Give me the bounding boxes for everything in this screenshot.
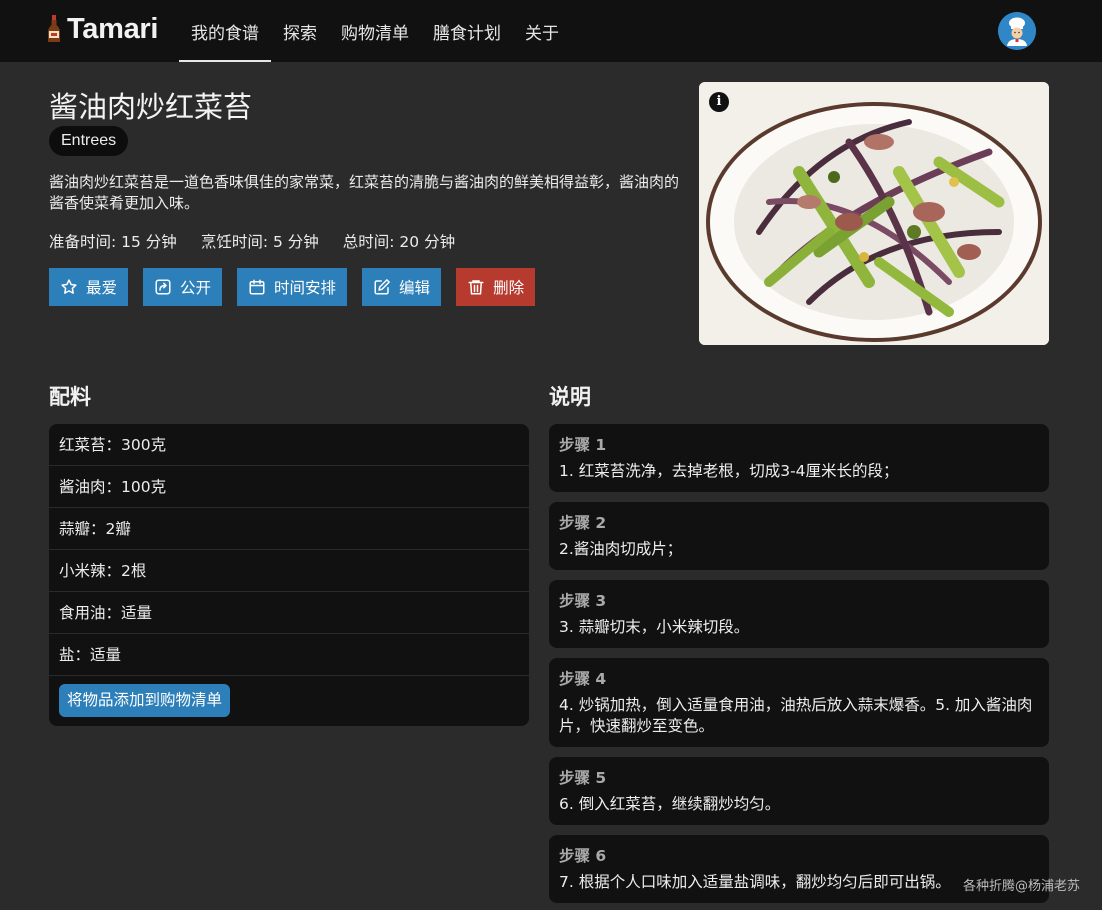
watermark: 各种折腾@杨浦老苏: [963, 879, 1081, 894]
info-icon[interactable]: i: [709, 92, 729, 112]
ingredients-card: 红菜苔：300克 酱油肉：100克 蒜瓣：2瓣 小米辣：2根 食用油：适量 盐：…: [49, 424, 529, 726]
schedule-label: 时间安排: [274, 280, 337, 297]
step-label: 步骤 3: [559, 592, 607, 610]
ingredient-item: 盐：适量: [49, 634, 529, 676]
edit-button[interactable]: 编辑: [362, 268, 442, 306]
step-text: 4. 炒锅加热，倒入适量食用油，油热后放入蒜末爆香。5. 加入酱油肉片，快速翻炒…: [559, 696, 1033, 735]
edit-label: 编辑: [399, 280, 431, 297]
step-label: 步骤 2: [559, 514, 607, 532]
chef-avatar-icon: [998, 12, 1036, 50]
step-label: 步骤 6: [559, 847, 607, 865]
ingredient-item: 酱油肉：100克: [49, 466, 529, 508]
schedule-button[interactable]: 时间安排: [237, 268, 348, 306]
favorite-label: 最爱: [86, 280, 118, 297]
instruction-step: 步骤 2 2.酱油肉切成片；: [549, 502, 1049, 570]
recipe-description: 酱油肉炒红菜苔是一道色香味俱佳的家常菜，红菜苔的清脆与酱油肉的鲜美相得益彰，酱油…: [49, 173, 680, 212]
step-label: 步骤 4: [559, 670, 607, 688]
share-button[interactable]: 公开: [143, 268, 223, 306]
delete-label: 删除: [493, 280, 525, 297]
total-time: 总时间: 20 分钟: [342, 233, 456, 251]
share-icon: [155, 279, 171, 295]
nav-shopping-list[interactable]: 购物清单: [329, 0, 421, 62]
calendar-icon: [249, 279, 265, 295]
step-label: 步骤 1: [559, 436, 607, 454]
brand-name: Tamari: [67, 12, 159, 45]
instructions-heading: 说明: [549, 385, 591, 409]
instruction-step: 步骤 3 3. 蒜瓣切末，小米辣切段。: [549, 580, 1049, 648]
recipe-photo: i: [699, 82, 1049, 345]
delete-button[interactable]: 删除: [456, 268, 536, 306]
edit-icon: [374, 279, 390, 295]
trash-icon: [468, 280, 484, 295]
step-text: 2.酱油肉切成片；: [559, 540, 683, 558]
nav-about[interactable]: 关于: [513, 0, 571, 62]
ingredient-item: 小米辣：2根: [49, 550, 529, 592]
nav-my-recipes[interactable]: 我的食谱: [179, 0, 271, 62]
main-nav: 我的食谱 探索 购物清单 膳食计划 关于: [179, 0, 571, 62]
ingredient-item: 蒜瓣：2瓣: [49, 508, 529, 550]
ingredient-item: 食用油：适量: [49, 592, 529, 634]
step-label: 步骤 5: [559, 769, 607, 787]
instruction-step: 步骤 1 1. 红菜苔洗净，去掉老根，切成3-4厘米长的段；: [549, 424, 1049, 492]
dish-photo: [699, 82, 1049, 345]
instruction-step: 步骤 5 6. 倒入红菜苔，继续翻炒均匀。: [549, 757, 1049, 825]
ingredient-item: 红菜苔：300克: [49, 424, 529, 466]
step-text: 1. 红菜苔洗净，去掉老根，切成3-4厘米长的段；: [559, 462, 899, 480]
avatar[interactable]: [998, 12, 1036, 50]
favorite-button[interactable]: 最爱: [49, 268, 129, 306]
category-badge[interactable]: Entrees: [49, 126, 129, 156]
nav-explore[interactable]: 探索: [271, 0, 329, 62]
add-to-shopping-list-button[interactable]: 将物品添加到购物清单: [59, 684, 231, 717]
star-icon: [61, 279, 77, 294]
ingredients-heading: 配料: [49, 385, 91, 409]
recipe-times: 准备时间: 15 分钟 烹饪时间: 5 分钟 总时间: 20 分钟: [49, 230, 455, 252]
soy-sauce-bottle-icon: [48, 15, 60, 42]
nav-meal-plan[interactable]: 膳食计划: [421, 0, 513, 62]
share-label: 公开: [180, 280, 212, 297]
step-text: 6. 倒入红菜苔，继续翻炒均匀。: [559, 795, 781, 813]
recipe-actions: 最爱 公开 时间安排 编辑 删除: [49, 268, 536, 306]
recipe-title: 酱油肉炒红菜苔: [49, 90, 253, 124]
top-navbar: Tamari 我的食谱 探索 购物清单 膳食计划 关于: [0, 0, 1102, 62]
prep-time: 准备时间: 15 分钟: [49, 233, 177, 251]
step-text: 3. 蒜瓣切末，小米辣切段。: [559, 618, 750, 636]
brand[interactable]: Tamari: [47, 12, 158, 46]
cook-time: 烹饪时间: 5 分钟: [200, 233, 319, 251]
instruction-step: 步骤 4 4. 炒锅加热，倒入适量食用油，油热后放入蒜末爆香。5. 加入酱油肉片…: [549, 658, 1049, 747]
